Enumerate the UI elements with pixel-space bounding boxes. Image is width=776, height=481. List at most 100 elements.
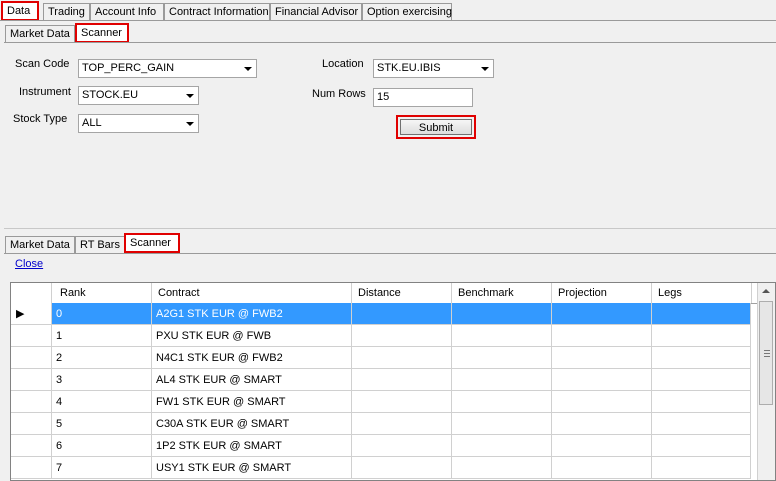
- tab-data[interactable]: Data: [1, 1, 39, 21]
- tab-option-exercising[interactable]: Option exercising: [362, 3, 452, 20]
- cell-projection[interactable]: [552, 457, 652, 479]
- cell-distance[interactable]: [352, 413, 452, 435]
- table-row[interactable]: ▶ 0 A2G1 STK EUR @ FWB2: [11, 303, 751, 325]
- tab-account-info[interactable]: Account Info: [90, 3, 164, 20]
- cell-rank[interactable]: 2: [52, 347, 152, 369]
- row-header[interactable]: [11, 325, 52, 347]
- cell-legs[interactable]: [652, 369, 751, 391]
- row-header[interactable]: ▶: [11, 303, 52, 325]
- cell-rank[interactable]: 7: [52, 457, 152, 479]
- row-header[interactable]: [11, 435, 52, 457]
- cell-projection[interactable]: [552, 435, 652, 457]
- cell-benchmark[interactable]: [452, 435, 552, 457]
- cell-projection[interactable]: [552, 347, 652, 369]
- tab-trading[interactable]: Trading: [43, 3, 90, 20]
- table-row[interactable]: 3 AL4 STK EUR @ SMART: [11, 369, 751, 391]
- instrument-select[interactable]: STOCK.EU: [78, 86, 199, 105]
- cell-legs[interactable]: [652, 391, 751, 413]
- grip-icon: [764, 350, 770, 351]
- scan-code-select[interactable]: TOP_PERC_GAIN: [78, 59, 257, 78]
- table-row[interactable]: 7 USY1 STK EUR @ SMART: [11, 457, 751, 479]
- row-header[interactable]: [11, 457, 52, 479]
- column-header-rank[interactable]: Rank: [52, 283, 152, 303]
- result-tab-market-data[interactable]: Market Data: [5, 236, 75, 253]
- row-header[interactable]: [11, 369, 52, 391]
- tab-financial-advisor[interactable]: Financial Advisor: [270, 3, 362, 20]
- cell-projection[interactable]: [552, 325, 652, 347]
- scrollbar-thumb[interactable]: [759, 301, 773, 405]
- cell-projection[interactable]: [552, 391, 652, 413]
- table-row[interactable]: 1 PXU STK EUR @ FWB: [11, 325, 751, 347]
- cell-rank[interactable]: 5: [52, 413, 152, 435]
- cell-contract[interactable]: N4C1 STK EUR @ FWB2: [152, 347, 352, 369]
- cell-contract[interactable]: A2G1 STK EUR @ FWB2: [152, 303, 352, 325]
- cell-rank[interactable]: 6: [52, 435, 152, 457]
- scanner-results-grid[interactable]: Rank Contract Distance Benchmark Project…: [10, 282, 776, 481]
- num-rows-input[interactable]: 15: [373, 88, 473, 107]
- row-header[interactable]: [11, 347, 52, 369]
- table-row[interactable]: 6 1P2 STK EUR @ SMART: [11, 435, 751, 457]
- cell-contract[interactable]: AL4 STK EUR @ SMART: [152, 369, 352, 391]
- row-header-corner: [11, 283, 52, 303]
- cell-distance[interactable]: [352, 369, 452, 391]
- cell-distance[interactable]: [352, 325, 452, 347]
- column-header-legs[interactable]: Legs: [652, 283, 752, 303]
- location-value: STK.EU.IBIS: [377, 62, 441, 74]
- cell-legs[interactable]: [652, 303, 751, 325]
- cell-legs[interactable]: [652, 325, 751, 347]
- column-header-benchmark[interactable]: Benchmark: [452, 283, 552, 303]
- result-tab-rt-bars[interactable]: RT Bars: [75, 236, 125, 253]
- column-header-distance[interactable]: Distance: [352, 283, 452, 303]
- scroll-up-arrow-icon[interactable]: [762, 289, 770, 293]
- cell-projection[interactable]: [552, 413, 652, 435]
- cell-legs[interactable]: [652, 457, 751, 479]
- cell-contract[interactable]: PXU STK EUR @ FWB: [152, 325, 352, 347]
- cell-rank[interactable]: 3: [52, 369, 152, 391]
- table-row[interactable]: 4 FW1 STK EUR @ SMART: [11, 391, 751, 413]
- cell-distance[interactable]: [352, 435, 452, 457]
- stock-type-select[interactable]: ALL: [78, 114, 199, 133]
- subtab-market-data[interactable]: Market Data: [5, 25, 75, 42]
- tab-contract-information[interactable]: Contract Information: [164, 3, 270, 20]
- cell-contract[interactable]: 1P2 STK EUR @ SMART: [152, 435, 352, 457]
- cell-benchmark[interactable]: [452, 413, 552, 435]
- cell-rank[interactable]: 4: [52, 391, 152, 413]
- row-header[interactable]: [11, 413, 52, 435]
- location-select[interactable]: STK.EU.IBIS: [373, 59, 494, 78]
- cell-distance[interactable]: [352, 303, 452, 325]
- cell-legs[interactable]: [652, 435, 751, 457]
- column-header-contract[interactable]: Contract: [152, 283, 352, 303]
- vertical-scrollbar[interactable]: [757, 283, 775, 480]
- grid-header: Rank Contract Distance Benchmark Project…: [11, 283, 775, 304]
- subtab-scanner[interactable]: Scanner: [75, 23, 129, 43]
- num-rows-label: Num Rows: [312, 88, 366, 100]
- cell-benchmark[interactable]: [452, 391, 552, 413]
- table-row[interactable]: 2 N4C1 STK EUR @ FWB2: [11, 347, 751, 369]
- result-tab-scanner[interactable]: Scanner: [124, 233, 180, 253]
- cell-contract[interactable]: USY1 STK EUR @ SMART: [152, 457, 352, 479]
- cell-benchmark[interactable]: [452, 347, 552, 369]
- cell-benchmark[interactable]: [452, 303, 552, 325]
- cell-distance[interactable]: [352, 347, 452, 369]
- chevron-down-icon: [186, 122, 194, 126]
- column-header-projection[interactable]: Projection: [552, 283, 652, 303]
- row-header[interactable]: [11, 391, 52, 413]
- cell-contract[interactable]: C30A STK EUR @ SMART: [152, 413, 352, 435]
- cell-benchmark[interactable]: [452, 457, 552, 479]
- sub-tab-strip-line: [4, 42, 776, 43]
- close-link[interactable]: Close: [15, 258, 43, 270]
- cell-legs[interactable]: [652, 347, 751, 369]
- cell-contract[interactable]: FW1 STK EUR @ SMART: [152, 391, 352, 413]
- cell-projection[interactable]: [552, 303, 652, 325]
- cell-rank[interactable]: 1: [52, 325, 152, 347]
- cell-benchmark[interactable]: [452, 369, 552, 391]
- table-row[interactable]: 5 C30A STK EUR @ SMART: [11, 413, 751, 435]
- result-tab-strip-line: [4, 253, 776, 254]
- cell-projection[interactable]: [552, 369, 652, 391]
- cell-rank[interactable]: 0: [52, 303, 152, 325]
- cell-legs[interactable]: [652, 413, 751, 435]
- cell-distance[interactable]: [352, 391, 452, 413]
- cell-benchmark[interactable]: [452, 325, 552, 347]
- cell-distance[interactable]: [352, 457, 452, 479]
- submit-button[interactable]: Submit: [400, 119, 472, 135]
